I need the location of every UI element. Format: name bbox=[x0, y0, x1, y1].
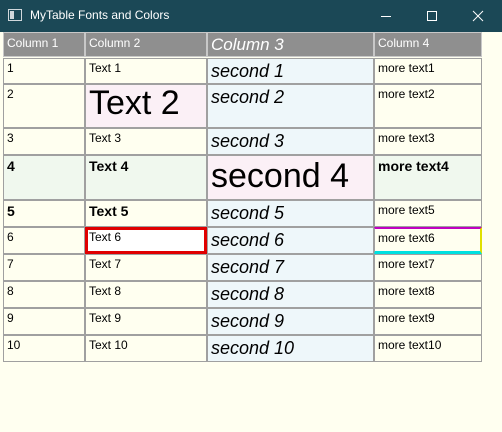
cell-text: 3 bbox=[7, 131, 14, 145]
window-title: MyTable Fonts and Colors bbox=[30, 8, 170, 22]
table-cell-r8-c4[interactable]: more text8 bbox=[374, 281, 482, 308]
cell-text: 4 bbox=[7, 158, 15, 174]
table-cell-r3-c1[interactable]: 3 bbox=[3, 128, 85, 155]
column-header-label: Column 3 bbox=[211, 35, 284, 54]
column-header-3[interactable]: Column 3 bbox=[207, 32, 374, 57]
table-cell-r7-c4[interactable]: more text7 bbox=[374, 254, 482, 281]
cell-text: second 9 bbox=[211, 311, 285, 331]
table-client-area: Column 1 Column 2 Column 3 Column 4 1 Text 1 s… bbox=[0, 32, 502, 432]
cell-text: 7 bbox=[7, 257, 14, 271]
table-cell-r7-c3[interactable]: second 7 bbox=[207, 254, 374, 281]
table-cell-r6-c1[interactable]: 6 bbox=[3, 227, 85, 254]
cell-text: second 6 bbox=[211, 230, 285, 250]
table-cell-r5-c3[interactable]: second 5 bbox=[207, 200, 374, 227]
table-cell-r10-c3[interactable]: second 10 bbox=[207, 335, 374, 362]
cell-text: 10 bbox=[7, 338, 21, 352]
table-cell-r6-c3[interactable]: second 6 bbox=[207, 227, 374, 254]
table-cell-r5-c4[interactable]: more text5 bbox=[374, 200, 482, 227]
cell-text: Text 10 bbox=[89, 338, 128, 352]
cell-text: second 7 bbox=[211, 257, 285, 277]
cell-text: more text8 bbox=[378, 284, 435, 298]
cell-text: Text 9 bbox=[89, 311, 122, 325]
cell-text: second 2 bbox=[211, 87, 285, 107]
table-cell-r8-c1[interactable]: 8 bbox=[3, 281, 85, 308]
table-cell-r2-c1[interactable]: 2 bbox=[3, 84, 85, 128]
cell-text: 1 bbox=[7, 61, 14, 75]
table-cell-r2-c2[interactable]: Text 2 bbox=[85, 84, 207, 128]
column-header-label: Column 4 bbox=[378, 36, 430, 50]
column-header-1[interactable]: Column 1 bbox=[3, 32, 85, 57]
table-cell-r1-c3[interactable]: second 1 bbox=[207, 58, 374, 84]
cell-text: more text9 bbox=[378, 311, 435, 325]
title-bar[interactable]: MyTable Fonts and Colors bbox=[0, 0, 502, 32]
cell-text: second 10 bbox=[211, 338, 295, 358]
table-cell-r1-c1[interactable]: 1 bbox=[3, 58, 85, 84]
app-icon bbox=[8, 9, 22, 21]
cell-text: more text10 bbox=[378, 338, 442, 352]
table-cell-r5-c1[interactable]: 5 bbox=[3, 200, 85, 227]
table-cell-r1-c2[interactable]: Text 1 bbox=[85, 58, 207, 84]
cell-text: more text6 bbox=[378, 231, 435, 245]
table-cell-r10-c1[interactable]: 10 bbox=[3, 335, 85, 362]
cell-text: 5 bbox=[7, 203, 15, 219]
table-cell-r9-c3[interactable]: second 9 bbox=[207, 308, 374, 335]
minimize-icon bbox=[381, 16, 391, 17]
cell-text: Text 2 bbox=[89, 84, 180, 122]
column-header-4[interactable]: Column 4 bbox=[374, 32, 482, 57]
table-cell-r3-c4[interactable]: more text3 bbox=[374, 128, 482, 155]
cell-text: Text 6 bbox=[89, 230, 122, 244]
table-cell-r7-c1[interactable]: 7 bbox=[3, 254, 85, 281]
table-cell-r2-c4[interactable]: more text2 bbox=[374, 84, 482, 128]
cell-text: Text 1 bbox=[89, 61, 122, 75]
cell-text: 8 bbox=[7, 284, 14, 298]
table-cell-r9-c4[interactable]: more text9 bbox=[374, 308, 482, 335]
cell-text: more text7 bbox=[378, 257, 435, 271]
table-cell-r4-c3[interactable]: second 4 bbox=[207, 155, 374, 200]
cell-text: 2 bbox=[7, 87, 14, 101]
table-cell-r2-c3[interactable]: second 2 bbox=[207, 84, 374, 128]
table-cell-r8-c3[interactable]: second 8 bbox=[207, 281, 374, 308]
maximize-button[interactable] bbox=[409, 0, 455, 32]
table-cell-r4-c1[interactable]: 4 bbox=[3, 155, 85, 200]
cell-text: more text5 bbox=[378, 203, 435, 217]
cell-text: Text 7 bbox=[89, 257, 122, 271]
column-header-label: Column 1 bbox=[7, 36, 59, 50]
cell-text: second 3 bbox=[211, 131, 285, 151]
cell-text: second 1 bbox=[211, 61, 285, 81]
table-cell-r6-c4[interactable]: more text6 bbox=[374, 227, 482, 254]
cell-text: more text3 bbox=[378, 131, 435, 145]
table-cell-r5-c2[interactable]: Text 5 bbox=[85, 200, 207, 227]
table-cell-r9-c2[interactable]: Text 9 bbox=[85, 308, 207, 335]
column-header-2[interactable]: Column 2 bbox=[85, 32, 207, 57]
table-cell-r10-c4[interactable]: more text10 bbox=[374, 335, 482, 362]
cell-text: second 5 bbox=[211, 203, 285, 223]
cell-text: more text2 bbox=[378, 87, 435, 101]
table-cell-r10-c2[interactable]: Text 10 bbox=[85, 335, 207, 362]
table-cell-r3-c3[interactable]: second 3 bbox=[207, 128, 374, 155]
table-cell-r9-c1[interactable]: 9 bbox=[3, 308, 85, 335]
cell-text: Text 5 bbox=[89, 203, 129, 219]
table-cell-r8-c2[interactable]: Text 8 bbox=[85, 281, 207, 308]
cell-text: second 4 bbox=[211, 157, 349, 195]
table-cell-r4-c2[interactable]: Text 4 bbox=[85, 155, 207, 200]
cell-text: second 8 bbox=[211, 284, 285, 304]
cell-text: 9 bbox=[7, 311, 14, 325]
cell-text: more text1 bbox=[378, 61, 435, 75]
cell-text: more text4 bbox=[378, 158, 449, 174]
cell-text: Text 8 bbox=[89, 284, 122, 298]
cell-text: Text 4 bbox=[89, 158, 129, 174]
column-header-label: Column 2 bbox=[89, 36, 141, 50]
close-icon bbox=[472, 10, 484, 22]
minimize-button[interactable] bbox=[363, 0, 409, 32]
table-cell-r7-c2[interactable]: Text 7 bbox=[85, 254, 207, 281]
close-button[interactable] bbox=[455, 0, 501, 32]
table-cell-r6-c2[interactable]: Text 6 bbox=[85, 227, 207, 254]
maximize-icon bbox=[427, 11, 437, 21]
table-cell-r1-c4[interactable]: more text1 bbox=[374, 58, 482, 84]
cell-text: Text 3 bbox=[89, 131, 122, 145]
table-cell-r4-c4[interactable]: more text4 bbox=[374, 155, 482, 200]
table-cell-r3-c2[interactable]: Text 3 bbox=[85, 128, 207, 155]
cell-text: 6 bbox=[7, 230, 14, 244]
